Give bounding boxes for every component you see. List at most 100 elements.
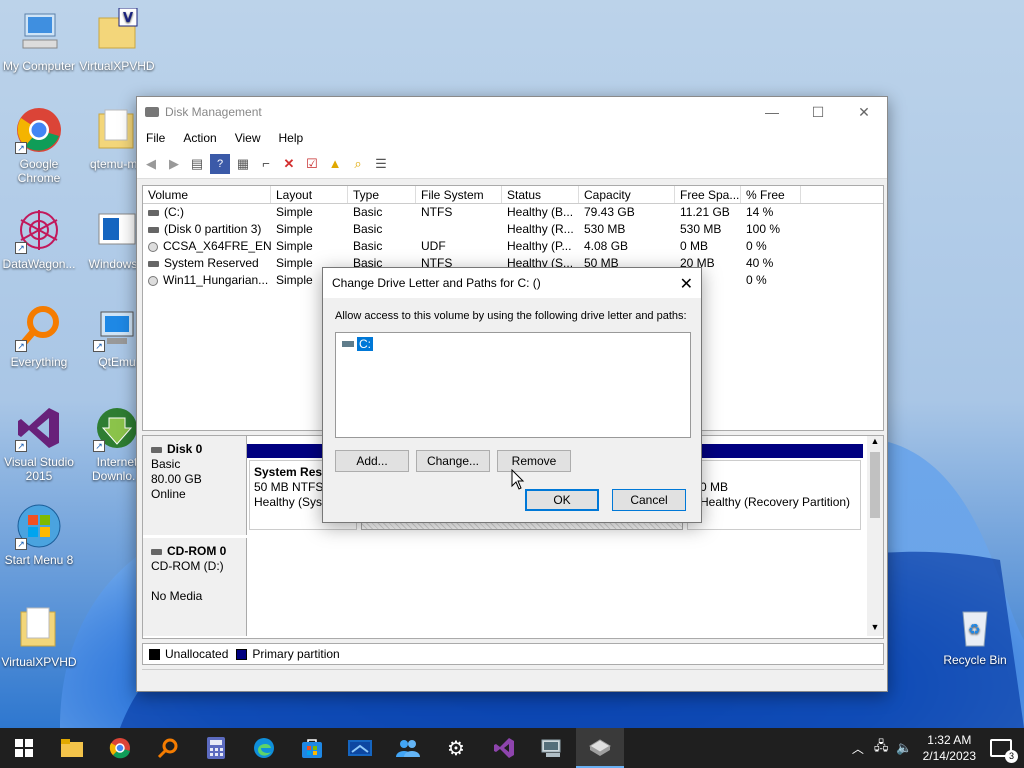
forward-arrow-icon[interactable]: ▶	[164, 154, 184, 174]
shortcut-arrow-icon: ↗	[15, 340, 27, 352]
visual-studio-icon: ↗	[15, 404, 63, 452]
visual-studio-taskbar-icon[interactable]	[480, 728, 528, 768]
add-button[interactable]: Add...	[335, 450, 409, 472]
cdrom-0-media: No Media	[151, 589, 203, 603]
search-icon[interactable]: ⌕	[348, 154, 368, 174]
store-icon[interactable]	[288, 728, 336, 768]
cell-file-system: UDF	[421, 239, 446, 253]
cell-file-system	[416, 221, 502, 238]
disk-0-name: Disk 0	[167, 442, 203, 456]
partition-status: Healthy (Recovery Partition)	[700, 495, 851, 509]
cancel-button[interactable]: Cancel	[612, 489, 686, 511]
calculator-icon[interactable]	[192, 728, 240, 768]
desktop-icon-datawagon[interactable]: ↗ DataWagon...	[0, 206, 78, 271]
disk-0-size: 80.00 GB	[151, 472, 202, 486]
folder-up-icon[interactable]: ▲	[325, 154, 345, 174]
desktop-icon-virtualxpvhd-2[interactable]: VirtualXPVHD	[0, 604, 78, 669]
properties-icon[interactable]: ▦	[233, 154, 253, 174]
partition-name: System Rese	[254, 465, 329, 479]
back-arrow-icon[interactable]: ◀	[141, 154, 161, 174]
desktop-icon-my-computer[interactable]: My Computer	[0, 8, 78, 73]
scroll-down-arrow-icon[interactable]: ▼	[867, 622, 883, 636]
menu-action[interactable]: Action	[174, 131, 225, 145]
console-tree-icon[interactable]: ▤	[187, 154, 207, 174]
scroll-up-arrow-icon[interactable]: ▲	[867, 436, 883, 450]
settings-gear-icon[interactable]: ⚙	[432, 728, 480, 768]
column-header-type[interactable]: Type	[348, 186, 416, 203]
desktop-icon-google-chrome[interactable]: ↗ Google Chrome	[0, 106, 78, 185]
desktop-icon-recycle-bin[interactable]: ♻ Recycle Bin	[936, 602, 1014, 667]
chevron-up-icon[interactable]: ︿	[852, 740, 864, 757]
cell-type: Basic	[353, 239, 383, 253]
vertical-scrollbar[interactable]: ▲ ▼	[867, 436, 883, 636]
shortcut-arrow-icon: ↗	[15, 538, 27, 550]
everything-taskbar-icon[interactable]	[144, 728, 192, 768]
edge-icon[interactable]	[240, 728, 288, 768]
delete-icon[interactable]: ✕	[279, 154, 299, 174]
menu-file[interactable]: File	[137, 131, 174, 145]
table-row[interactable]: CCSA_X64FRE_EN-... Simple Basic UDF Heal…	[143, 238, 883, 255]
checklist-icon[interactable]: ☑	[302, 154, 322, 174]
menu-bar: File Action View Help	[137, 127, 887, 149]
help-icon[interactable]: ?	[210, 153, 230, 174]
dialog-instruction: Allow access to this volume by using the…	[335, 310, 687, 322]
desktop-icon-virtualxpvhd[interactable]: V VirtualXPVHD	[78, 7, 156, 73]
path-item[interactable]: C:	[342, 337, 373, 351]
legend-primary-label: Primary partition	[252, 647, 340, 661]
column-header-status[interactable]: Status	[502, 186, 579, 203]
cdrom-0-name: CD-ROM 0	[167, 544, 227, 558]
start-button[interactable]	[0, 728, 48, 768]
desktop-icon-label: Google Chrome	[17, 157, 61, 185]
title-bar[interactable]: Disk Management — ☐ ✕	[137, 97, 887, 127]
cell-status: Healthy (P...	[507, 239, 572, 253]
cdrom-0-label[interactable]: CD-ROM 0 CD-ROM (D:) No Media	[143, 538, 247, 636]
menu-view[interactable]: View	[226, 131, 270, 145]
people-icon[interactable]	[384, 728, 432, 768]
volume-list-header: Volume Layout Type File System Status Ca…	[143, 186, 883, 204]
table-row[interactable]: (C:) Simple Basic NTFS Healthy (B... 79.…	[143, 204, 883, 221]
paths-listbox[interactable]: C:	[335, 332, 691, 438]
column-header-capacity[interactable]: Capacity	[579, 186, 675, 203]
dialog-title-bar[interactable]: Change Drive Letter and Paths for C: ()	[323, 268, 701, 298]
close-button[interactable]: ✕	[841, 97, 887, 127]
column-header-free-space[interactable]: Free Spa...	[675, 186, 741, 203]
maximize-button[interactable]: ☐	[795, 97, 841, 127]
change-button[interactable]: Change...	[416, 450, 490, 472]
list-view-icon[interactable]: ☰	[371, 154, 391, 174]
network-app-icon[interactable]	[528, 728, 576, 768]
scroll-thumb[interactable]	[870, 452, 880, 518]
table-row[interactable]: (Disk 0 partition 3) Simple Basic Health…	[143, 221, 883, 238]
dialog-close-icon[interactable]: ✕	[680, 274, 693, 294]
qtemu-icon: ↗	[93, 304, 141, 352]
menu-help[interactable]: Help	[270, 131, 313, 145]
column-header-layout[interactable]: Layout	[271, 186, 348, 203]
disk-management-icon	[145, 107, 159, 117]
clock[interactable]: 1:32 AM 2/14/2023	[923, 732, 976, 764]
partition-recovery[interactable]: 0 MB Healthy (Recovery Partition)	[687, 460, 861, 530]
cell-percent-free: 0 %	[746, 273, 767, 287]
chrome-taskbar-icon[interactable]	[96, 728, 144, 768]
minimize-button[interactable]: —	[749, 97, 795, 127]
notification-center-icon[interactable]: 3	[990, 739, 1018, 763]
file-explorer-icon[interactable]	[48, 728, 96, 768]
connect-icon[interactable]: ⌐	[256, 154, 276, 174]
legend: Unallocated Primary partition	[142, 643, 884, 665]
desktop-icon-label: Start Menu 8	[4, 553, 74, 567]
ok-button[interactable]: OK	[525, 489, 599, 511]
column-header-percent-free[interactable]: % Free	[741, 186, 801, 203]
cell-status: Healthy (R...	[507, 222, 574, 236]
column-header-volume[interactable]: Volume	[143, 186, 271, 203]
remove-button[interactable]: Remove	[497, 450, 571, 472]
volume-speaker-icon[interactable]: 🔈	[896, 740, 912, 756]
disk-management-taskbar-icon[interactable]	[576, 728, 624, 768]
network-icon[interactable]: 🖧	[874, 737, 889, 759]
volume-icon	[148, 209, 159, 216]
column-header-file-system[interactable]: File System	[416, 186, 502, 203]
media-player-icon[interactable]	[336, 728, 384, 768]
desktop-icon-start-menu-8[interactable]: ↗ Start Menu 8	[0, 502, 78, 567]
disk-0-label[interactable]: Disk 0 Basic 80.00 GB Online	[143, 436, 247, 535]
cell-percent-free: 0 %	[746, 239, 767, 253]
folder-vhd-icon: V	[93, 7, 141, 56]
desktop-icon-visual-studio[interactable]: ↗ Visual Studio 2015	[0, 404, 78, 483]
desktop-icon-everything[interactable]: ↗ Everything	[0, 304, 78, 369]
